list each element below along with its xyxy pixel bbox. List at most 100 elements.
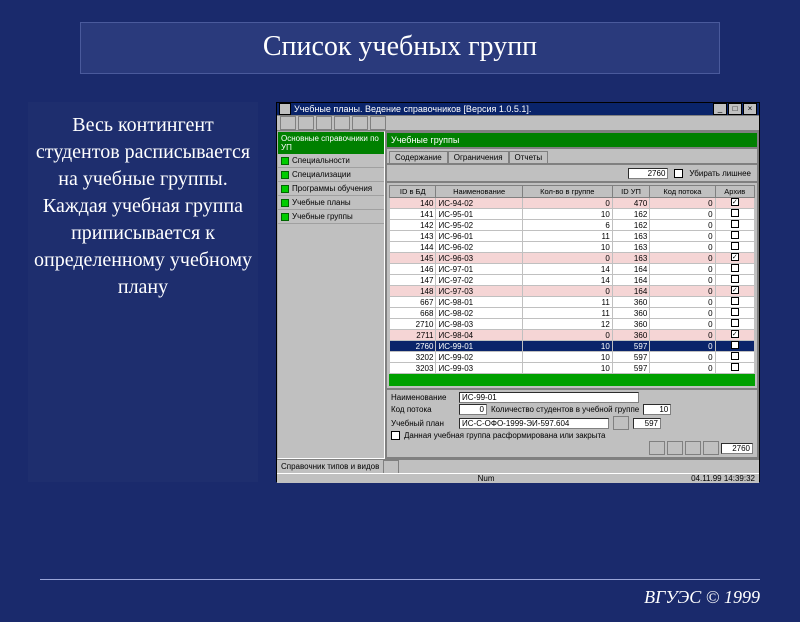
archive-checkbox[interactable] [731,231,739,239]
app-icon [279,103,291,115]
table-row[interactable]: 2711ИС-98-0403600 [390,330,755,341]
table-row[interactable]: 147ИС-97-02141640 [390,275,755,286]
bullet-icon [281,185,289,193]
sidebar-item[interactable]: Учебные группы [278,210,384,224]
toolbar-button[interactable] [316,116,332,130]
filter-id-input[interactable]: 2760 [628,168,668,179]
toolbar-button[interactable] [280,116,296,130]
side-panel: Основные справочники по УП Специальности… [277,131,385,459]
nav-first-button[interactable] [649,441,665,455]
archive-checkbox[interactable] [731,275,739,283]
table-row[interactable]: 3203ИС-99-03105970 [390,363,755,374]
sidebar-item-label: Программы обучения [292,184,372,193]
window-title: Учебные планы. Ведение справочников [Вер… [294,104,712,114]
table-row[interactable]: 2710ИС-98-03123600 [390,319,755,330]
column-header[interactable]: ID УП [612,186,650,198]
grid[interactable]: ID в БДНаименованиеКол-во в группеID УПК… [387,183,757,388]
archive-checkbox[interactable] [731,352,739,360]
sidebar-item[interactable]: Специализации [278,168,384,182]
main-header: Учебные группы [387,133,757,147]
form-cnt-input[interactable]: 10 [643,404,671,415]
slide-description: Весь контингент студентов расписывается … [28,102,258,482]
table-row[interactable]: 141ИС-95-01101620 [390,209,755,220]
table-row[interactable]: 144ИС-96-02101630 [390,242,755,253]
nav-prev-button[interactable] [667,441,683,455]
sidebar-item-label: Учебные группы [292,212,353,221]
filter-row: 2760 Убирать лишнее [387,165,757,181]
table-row[interactable]: 146ИС-97-01141640 [390,264,755,275]
archive-checkbox[interactable] [731,264,739,272]
maximize-button[interactable]: □ [728,103,742,115]
filter-checkbox[interactable] [674,169,683,178]
column-header[interactable]: Наименование [436,186,522,198]
sidebar-item[interactable]: Учебные планы [278,196,384,210]
table-row[interactable]: 140ИС-94-0204700 [390,198,755,209]
sidebar-item[interactable]: Программы обучения [278,182,384,196]
archive-checkbox[interactable] [731,330,739,338]
column-header[interactable]: ID в БД [390,186,436,198]
form-plan-input[interactable]: ИС-С-ОФО-1999-ЭИ-597.604 [459,418,609,429]
column-header[interactable]: Архив [715,186,754,198]
toolbar [277,116,759,131]
archive-checkbox[interactable] [731,220,739,228]
archive-checkbox[interactable] [731,363,739,371]
bullet-icon [281,213,289,221]
column-header[interactable]: Кол-во в группе [522,186,612,198]
bullet-icon [281,171,289,179]
archive-checkbox[interactable] [731,319,739,327]
form-kod-label: Код потока [391,405,455,414]
archive-checkbox[interactable] [731,286,739,294]
side-panel-header: Основные справочники по УП [278,132,384,154]
table-row[interactable]: 148ИС-97-0301640 [390,286,755,297]
archive-checkbox[interactable] [731,198,739,206]
form-plan-id[interactable]: 597 [633,418,661,429]
form-plan-label: Учебный план [391,419,455,428]
archive-checkbox[interactable] [731,209,739,217]
statusbar: Num 04.11.99 14:39:32 [277,473,759,483]
footer-divider [40,579,760,580]
archive-checkbox[interactable] [731,297,739,305]
plan-lookup-button[interactable] [613,416,629,430]
nav-last-button[interactable] [703,441,719,455]
archive-checkbox[interactable] [731,341,739,349]
form-arc-checkbox[interactable] [391,431,400,440]
sidebar-item[interactable]: Специальности [278,154,384,168]
form-kod-input[interactable]: 0 [459,404,487,415]
sidebar-item-label: Учебные планы [292,198,351,207]
toolbar-button[interactable] [352,116,368,130]
table-row[interactable]: 2760ИС-99-01105970 [390,341,755,352]
titlebar: Учебные планы. Ведение справочников [Вер… [277,103,759,115]
table-row[interactable]: 142ИС-95-0261620 [390,220,755,231]
table-row[interactable]: 667ИС-98-01113600 [390,297,755,308]
bottom-label: Справочник типов и видов [281,462,379,471]
tab[interactable]: Содержание [389,151,448,163]
archive-checkbox[interactable] [731,308,739,316]
detail-form: Наименование ИС-99-01 Код потока 0 Колич… [387,390,757,457]
archive-checkbox[interactable] [731,242,739,250]
archive-checkbox[interactable] [731,253,739,261]
table-row[interactable]: 668ИС-98-02113600 [390,308,755,319]
tab[interactable]: Отчеты [509,151,549,163]
tabs: СодержаниеОграниченияОтчеты [387,149,757,163]
sidebar-item-label: Специализации [292,170,351,179]
filter-check-label: Убирать лишнее [689,169,751,178]
form-arc-label: Данная учебная группа расформирована или… [404,431,605,440]
bottom-button[interactable] [383,460,399,474]
column-header[interactable]: Код потока [650,186,715,198]
bullet-icon [281,199,289,207]
tab[interactable]: Ограничения [448,151,509,163]
toolbar-button[interactable] [334,116,350,130]
toolbar-button[interactable] [298,116,314,130]
table-row[interactable]: 3202ИС-99-02105970 [390,352,755,363]
nav-id-display: 2760 [721,443,753,454]
bottom-strip: Справочник типов и видов [277,459,759,473]
toolbar-button[interactable] [370,116,386,130]
minimize-button[interactable]: _ [713,103,727,115]
form-name-input[interactable]: ИС-99-01 [459,392,639,403]
form-cnt-label: Количество студентов в учебной группе [491,405,639,414]
slide-title: Список учебных групп [80,22,720,74]
close-button[interactable]: × [743,103,757,115]
nav-next-button[interactable] [685,441,701,455]
table-row[interactable]: 143ИС-96-01111630 [390,231,755,242]
table-row[interactable]: 145ИС-96-0301630 [390,253,755,264]
